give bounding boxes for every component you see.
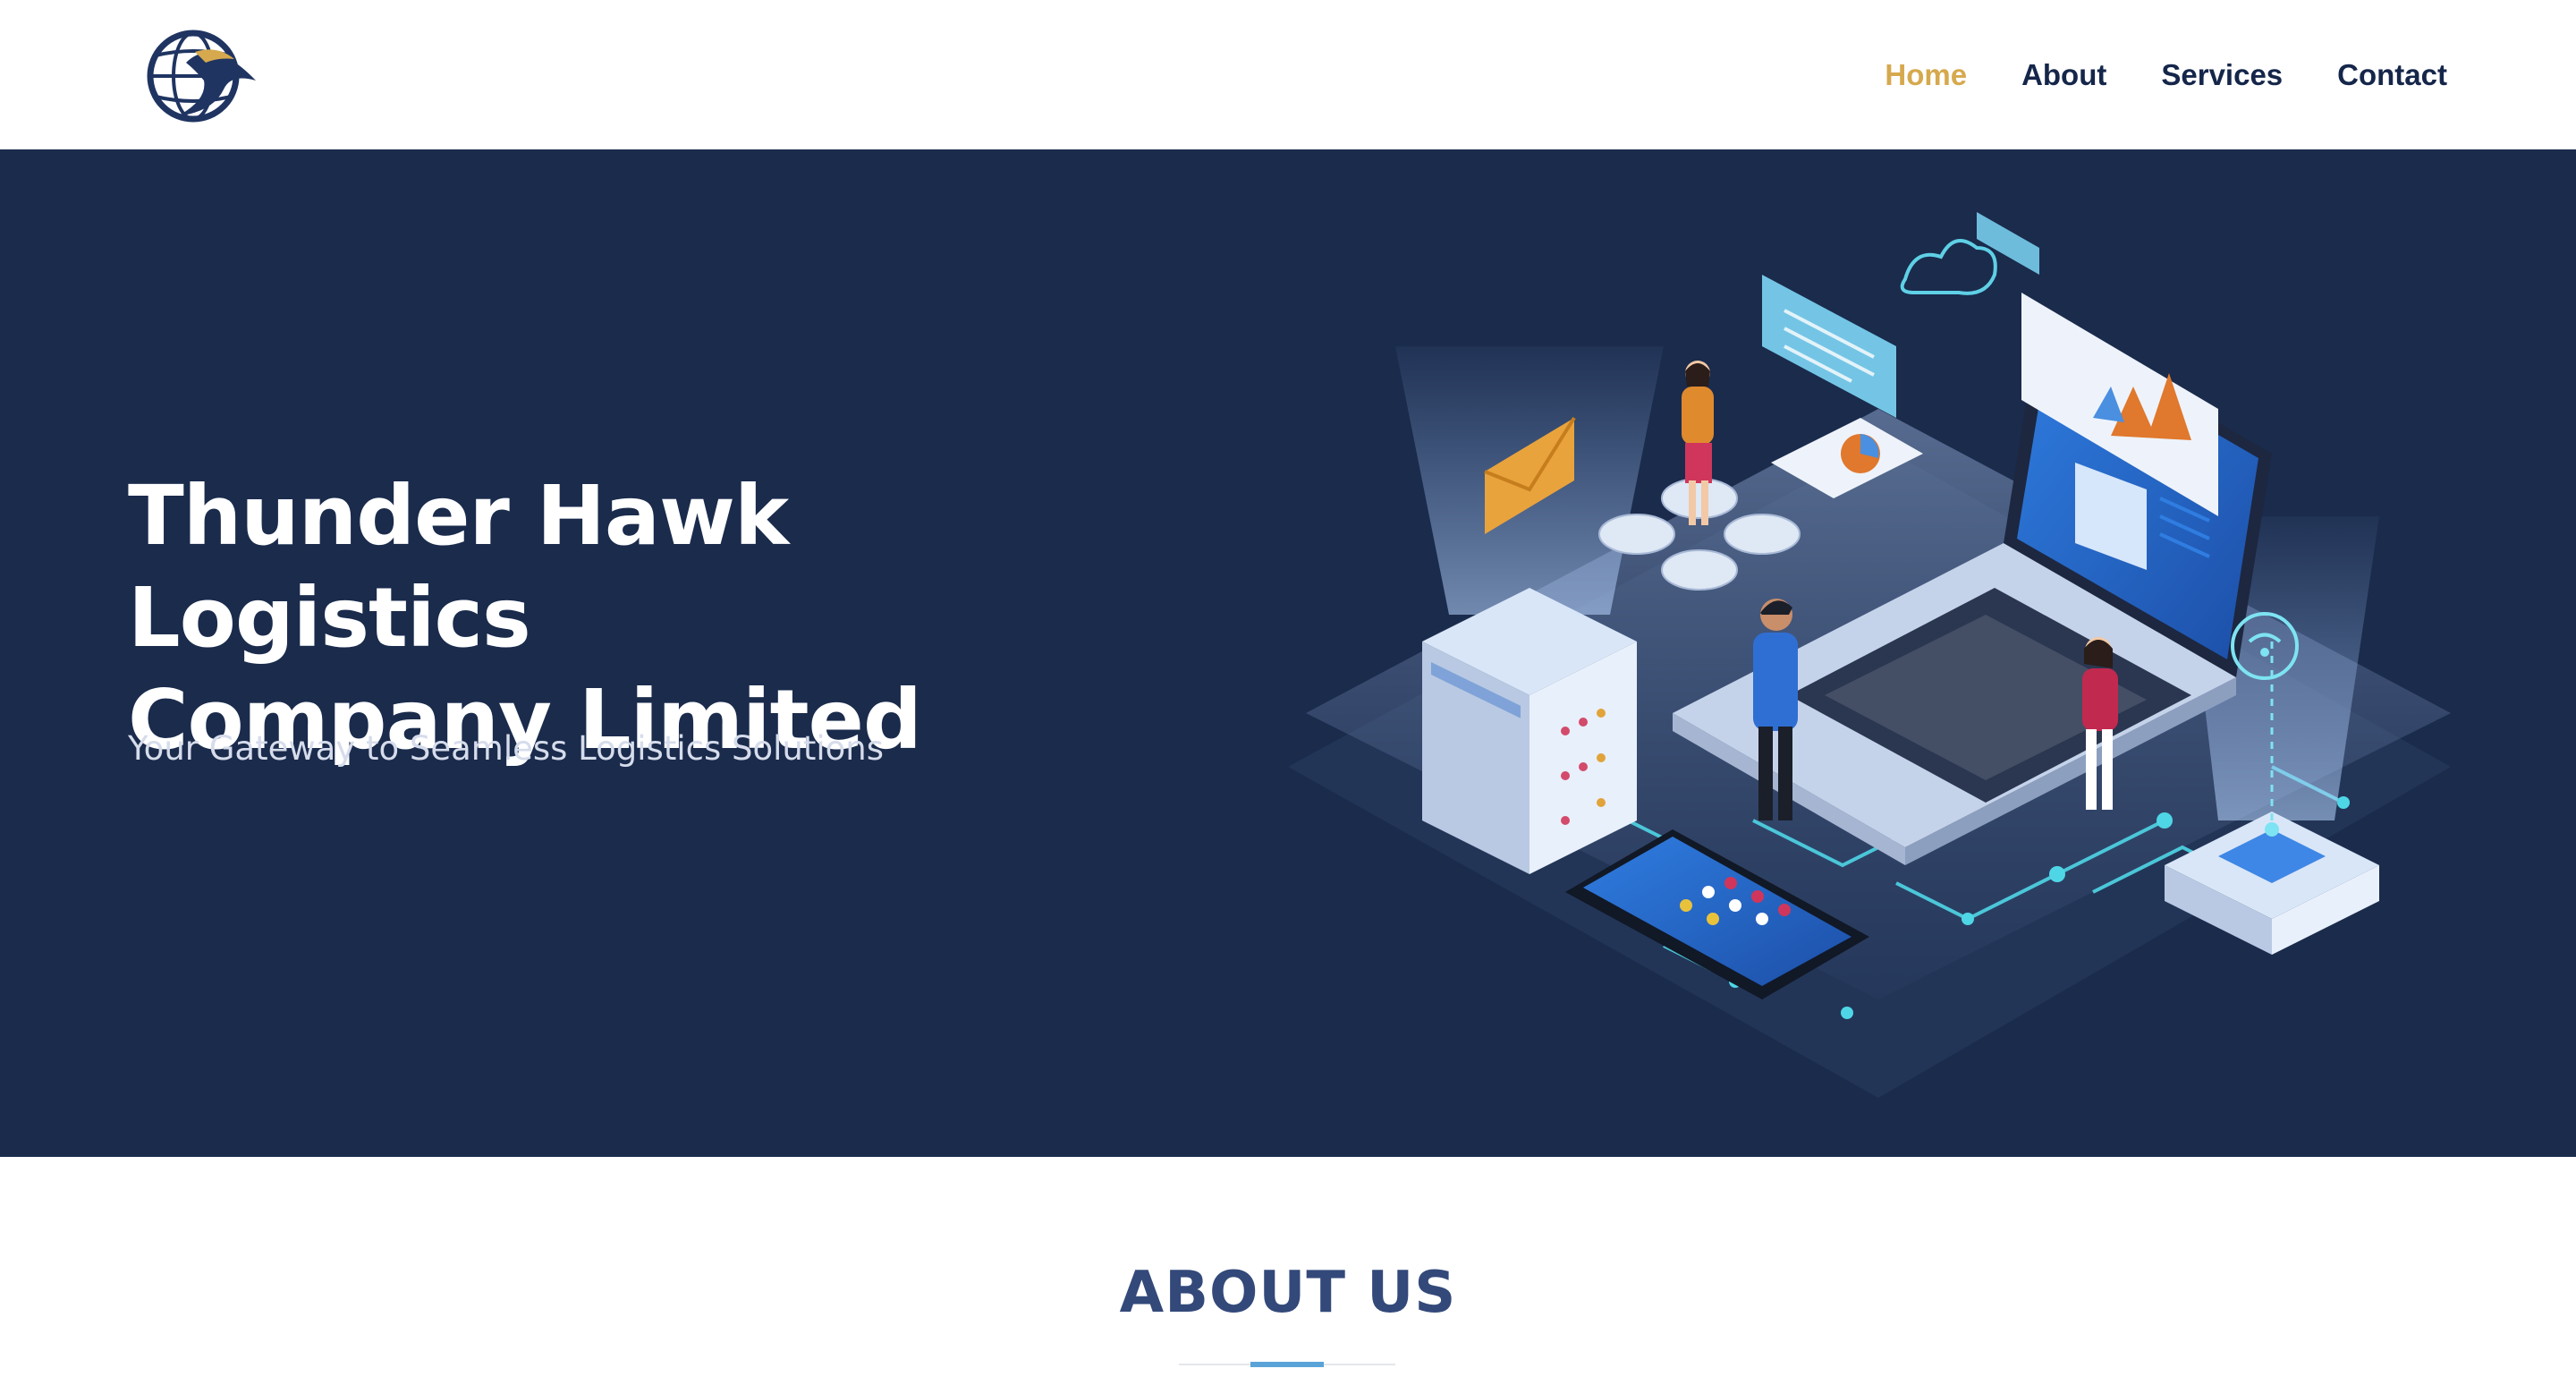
hero-section: Thunder Hawk Logistics Company Limited Y… [0, 149, 2576, 1157]
hero-subtitle: Your Gateway to Seamless Logistics Solut… [128, 729, 885, 768]
site-header: Home About Services Contact [0, 0, 2576, 149]
about-title-divider-accent [1250, 1362, 1324, 1367]
nav-link-home[interactable]: Home [1885, 58, 1967, 92]
nav-link-services[interactable]: Services [2161, 58, 2283, 92]
hero-title-line1: Thunder Hawk Logistics [128, 468, 789, 666]
main-nav: Home About Services Contact [1830, 54, 2447, 97]
about-section-title: ABOUT US [1119, 1260, 1457, 1326]
isometric-technology-illustration-icon [1288, 194, 2469, 1143]
hawk-globe-logo-icon[interactable] [141, 27, 259, 125]
hero-title: Thunder Hawk Logistics Company Limited [128, 465, 1201, 771]
nav-link-about[interactable]: About [2021, 58, 2106, 92]
nav-link-contact[interactable]: Contact [2337, 58, 2447, 92]
